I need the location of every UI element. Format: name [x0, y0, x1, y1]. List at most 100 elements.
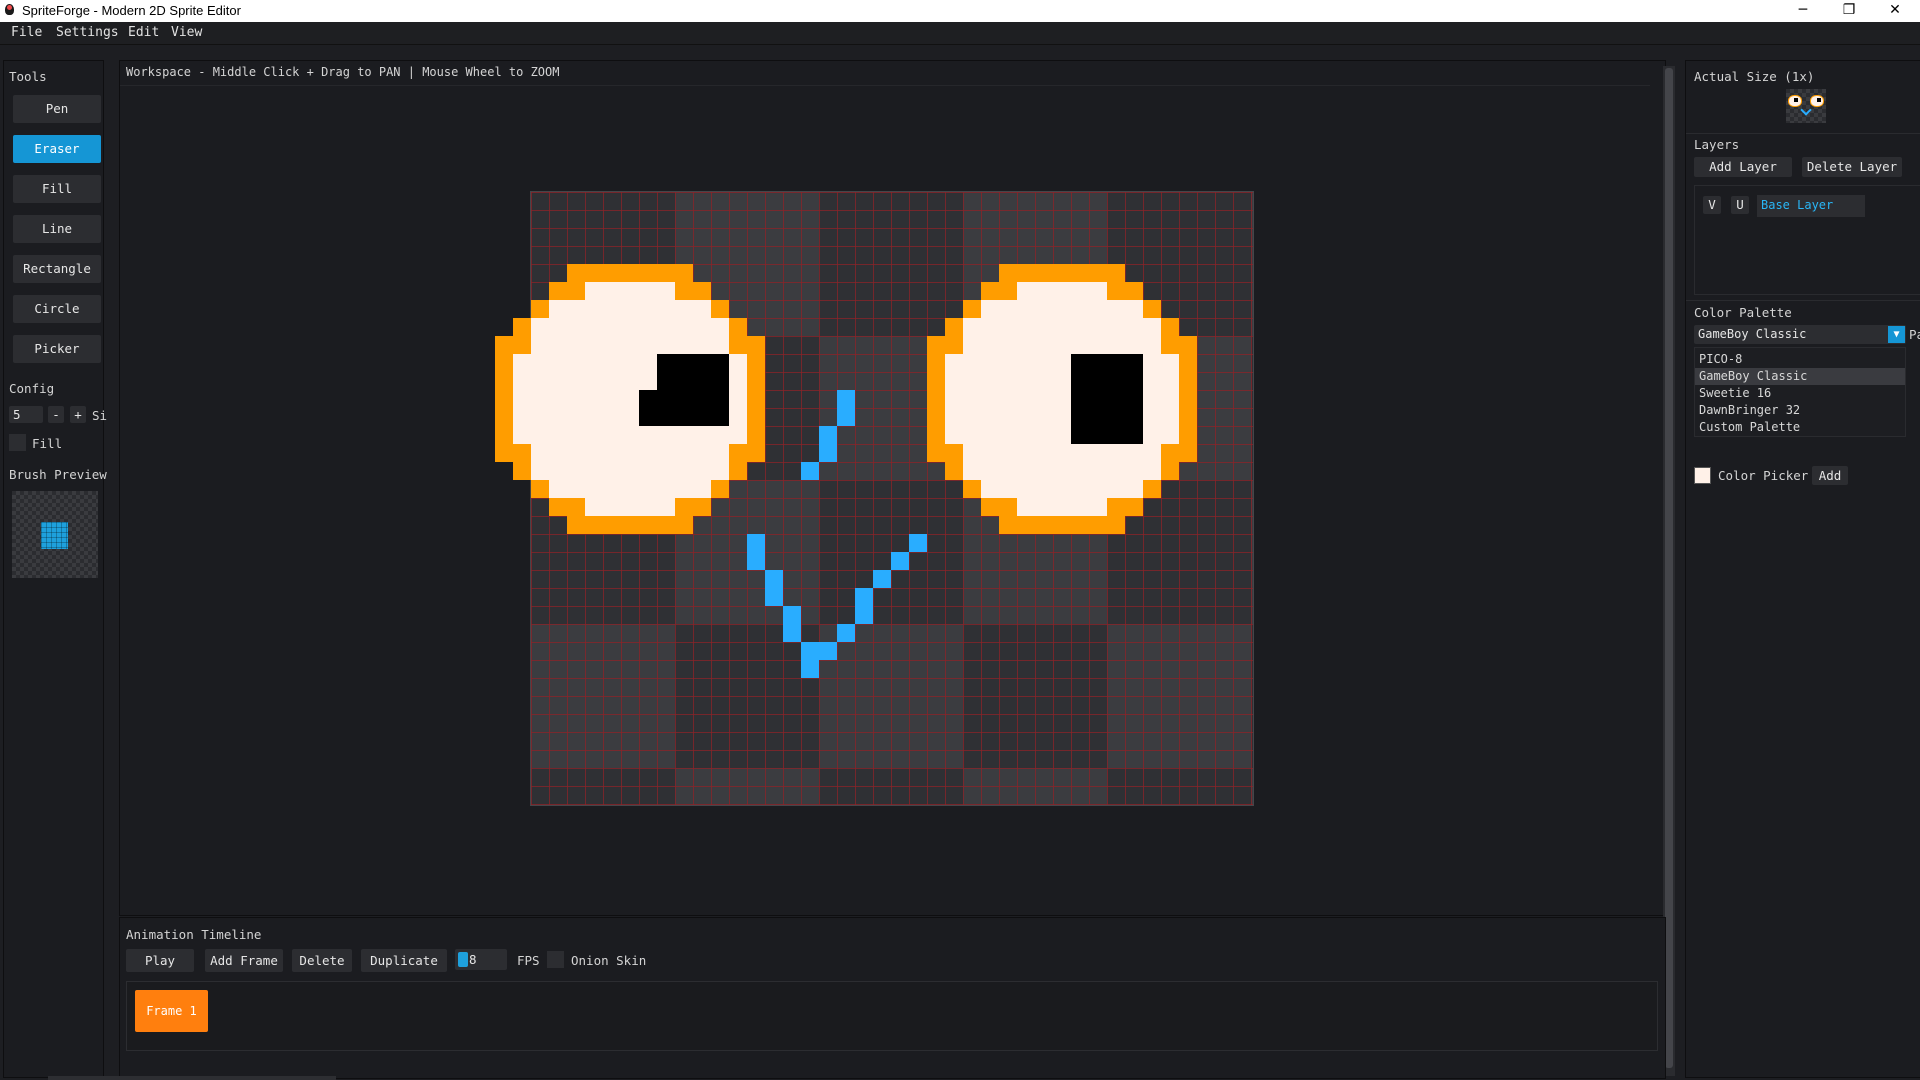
bottom-scrollbar[interactable]	[48, 1076, 336, 1080]
menu-file[interactable]: File	[11, 25, 42, 40]
right-eye-pixel	[1071, 480, 1089, 498]
left-eye-pixel	[513, 372, 531, 390]
right-pupil-pixel	[1107, 354, 1125, 372]
right-eye-outline-pixel	[1125, 498, 1143, 516]
tool-rectangle-button[interactable]: Rectangle	[13, 255, 101, 283]
right-eye-pixel	[1089, 498, 1107, 516]
brush-preview-title: Brush Preview	[9, 467, 107, 482]
delete-layer-button[interactable]: Delete Layer	[1802, 157, 1902, 177]
left-eye-pixel	[603, 426, 621, 444]
fill-checkbox[interactable]	[9, 434, 26, 451]
right-eye-pixel	[1143, 426, 1161, 444]
timeline-panel: Animation Timeline Play Add Frame Delete…	[119, 917, 1666, 1079]
right-eye-outline-pixel	[1143, 480, 1161, 498]
right-eye-outline-pixel	[1089, 516, 1107, 534]
add-color-button[interactable]: Add	[1812, 466, 1848, 485]
size-plus-button[interactable]: +	[70, 406, 86, 423]
left-eye-pixel	[585, 444, 603, 462]
menu-view[interactable]: View	[171, 25, 202, 40]
palette-option-dawnbringer32[interactable]: DawnBringer 32	[1695, 402, 1905, 419]
palette-select[interactable]: GameBoy Classic	[1694, 325, 1906, 344]
left-eye-outline-pixel	[531, 300, 549, 318]
add-layer-button[interactable]: Add Layer	[1694, 157, 1792, 177]
right-eye-pixel	[1017, 408, 1035, 426]
layer-lock-toggle[interactable]: U	[1731, 196, 1749, 214]
palette-option-pico8[interactable]: PICO-8	[1695, 351, 1905, 368]
right-eye-pixel	[963, 354, 981, 372]
menu-edit[interactable]: Edit	[128, 25, 159, 40]
right-eye-outline-pixel	[1179, 372, 1197, 390]
right-eye-pixel	[1125, 300, 1143, 318]
right-eye-outline-pixel	[1179, 426, 1197, 444]
minimize-icon[interactable]: ─	[1780, 0, 1826, 22]
left-pupil-pixel	[693, 390, 711, 408]
right-pupil-pixel	[1089, 390, 1107, 408]
left-eye-pixel	[657, 300, 675, 318]
right-pupil-pixel	[1107, 408, 1125, 426]
left-eye-pixel	[567, 480, 585, 498]
mouth-pixel	[783, 624, 801, 642]
left-pupil-pixel	[675, 354, 693, 372]
right-eye-pixel	[1071, 318, 1089, 336]
mouth-pixel	[891, 552, 909, 570]
left-eye-pixel	[657, 480, 675, 498]
left-eye-outline-pixel	[657, 264, 675, 282]
left-eye-pixel	[657, 336, 675, 354]
left-eye-outline-pixel	[513, 318, 531, 336]
right-eye-pixel	[963, 462, 981, 480]
chevron-down-icon[interactable]: ▼	[1888, 326, 1905, 343]
right-eye-outline-pixel	[1161, 462, 1179, 480]
tool-eraser-button[interactable]: Eraser	[13, 135, 101, 163]
workspace-hint: Workspace - Middle Click + Drag to PAN |…	[126, 65, 560, 79]
mouth-pixel	[873, 570, 891, 588]
left-eye-outline-pixel	[495, 354, 513, 372]
workspace-scrollbar-thumb[interactable]	[1665, 68, 1673, 1068]
duplicate-frame-button[interactable]: Duplicate	[361, 949, 447, 972]
right-eye-pixel	[963, 336, 981, 354]
sprite-canvas[interactable]	[495, 191, 1254, 806]
frame-thumbnail[interactable]: Frame 1	[135, 990, 208, 1032]
left-eye-outline-pixel	[693, 282, 711, 300]
tool-pen-button[interactable]: Pen	[13, 95, 101, 123]
size-minus-button[interactable]: -	[48, 406, 64, 423]
right-eye-outline-pixel	[999, 264, 1017, 282]
palette-option-gameboy[interactable]: GameBoy Classic	[1695, 368, 1905, 385]
right-eye-pixel	[1017, 354, 1035, 372]
onion-skin-checkbox[interactable]	[547, 951, 564, 968]
left-pupil-pixel	[693, 372, 711, 390]
play-button[interactable]: Play	[126, 949, 194, 972]
add-frame-button[interactable]: Add Frame	[205, 949, 283, 972]
left-eye-pixel	[729, 408, 747, 426]
right-eye-outline-pixel	[981, 498, 999, 516]
right-eye-outline-pixel	[927, 354, 945, 372]
brush-size-input[interactable]: 5	[9, 406, 43, 423]
layer-visibility-toggle[interactable]: V	[1703, 196, 1721, 214]
delete-frame-button[interactable]: Delete	[292, 949, 352, 972]
menu-settings[interactable]: Settings	[56, 25, 119, 40]
fps-slider-handle[interactable]	[458, 952, 468, 967]
left-eye-outline-pixel	[747, 372, 765, 390]
left-eye-pixel	[603, 372, 621, 390]
tool-line-button[interactable]: Line	[13, 215, 101, 243]
tool-picker-button[interactable]: Picker	[13, 335, 101, 363]
left-eye-pixel	[567, 318, 585, 336]
tool-circle-button[interactable]: Circle	[13, 295, 101, 323]
color-picker-swatch[interactable]	[1694, 467, 1711, 484]
palette-option-custom[interactable]: Custom Palette	[1695, 419, 1905, 436]
right-eye-pixel	[1035, 444, 1053, 462]
maximize-icon[interactable]: ❐	[1826, 0, 1872, 22]
close-icon[interactable]: ✕	[1872, 0, 1918, 22]
right-eye-pixel	[963, 318, 981, 336]
left-eye-outline-pixel	[603, 516, 621, 534]
fps-slider[interactable]: 8	[455, 949, 507, 970]
layer-name[interactable]: Base Layer	[1757, 195, 1865, 217]
left-eye-outline-pixel	[513, 462, 531, 480]
left-eye-pixel	[729, 426, 747, 444]
left-eye-pixel	[603, 480, 621, 498]
left-eye-pixel	[621, 444, 639, 462]
tool-fill-button[interactable]: Fill	[13, 175, 101, 203]
left-eye-pixel	[603, 390, 621, 408]
palette-option-sweetie16[interactable]: Sweetie 16	[1695, 385, 1905, 402]
right-eye-pixel	[963, 390, 981, 408]
right-eye-pixel	[1071, 462, 1089, 480]
